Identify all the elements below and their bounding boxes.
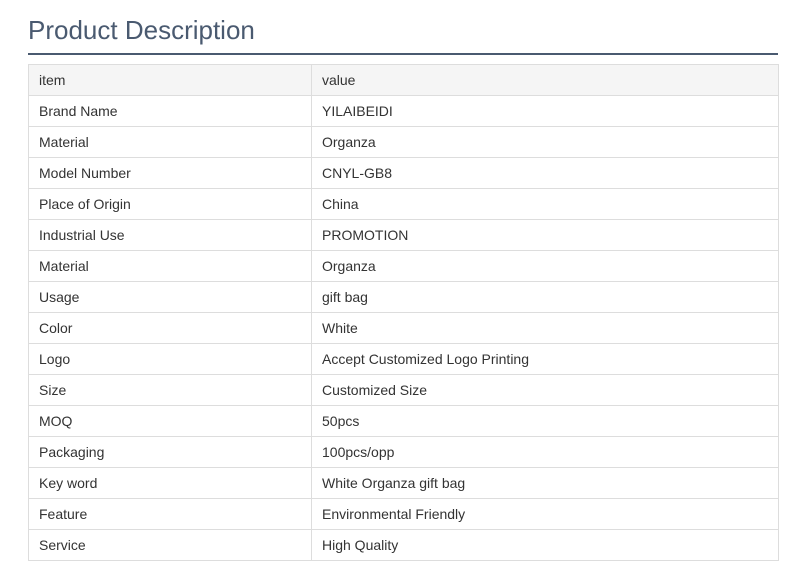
table-row: Service High Quality: [28, 529, 779, 561]
row-item: Service: [28, 529, 312, 561]
row-item: Material: [28, 126, 312, 158]
row-value: YILAIBEIDI: [311, 95, 779, 127]
table-row: MOQ 50pcs: [28, 405, 779, 437]
row-item: Key word: [28, 467, 312, 499]
row-item: Color: [28, 312, 312, 344]
row-item: MOQ: [28, 405, 312, 437]
row-value: PROMOTION: [311, 219, 779, 251]
row-item: Material: [28, 250, 312, 282]
row-item: Place of Origin: [28, 188, 312, 220]
table-row: Color White: [28, 312, 779, 344]
row-item: Logo: [28, 343, 312, 375]
table-row: Logo Accept Customized Logo Printing: [28, 343, 779, 375]
row-value: 50pcs: [311, 405, 779, 437]
row-value: White: [311, 312, 779, 344]
row-value: Organza: [311, 250, 779, 282]
row-item: Feature: [28, 498, 312, 530]
table-row: Packaging 100pcs/opp: [28, 436, 779, 468]
table-row: Industrial Use PROMOTION: [28, 219, 779, 251]
table-row: Feature Environmental Friendly: [28, 498, 779, 530]
row-item: Size: [28, 374, 312, 406]
row-value: CNYL-GB8: [311, 157, 779, 189]
section-title: Product Description: [28, 0, 778, 55]
row-value: Organza: [311, 126, 779, 158]
table-header-row: item value: [28, 64, 779, 96]
row-value: Accept Customized Logo Printing: [311, 343, 779, 375]
table-row: Usage gift bag: [28, 281, 779, 313]
row-item: Packaging: [28, 436, 312, 468]
row-value: High Quality: [311, 529, 779, 561]
row-item: Usage: [28, 281, 312, 313]
table-row: Material Organza: [28, 126, 779, 158]
row-value: 100pcs/opp: [311, 436, 779, 468]
product-spec-table: item value Brand Name YILAIBEIDI Materia…: [28, 64, 779, 561]
row-value: White Organza gift bag: [311, 467, 779, 499]
row-value: Customized Size: [311, 374, 779, 406]
header-value: value: [311, 64, 779, 96]
row-value: China: [311, 188, 779, 220]
row-item: Model Number: [28, 157, 312, 189]
table-row: Material Organza: [28, 250, 779, 282]
header-item: item: [28, 64, 312, 96]
row-value: gift bag: [311, 281, 779, 313]
product-description-section: Product Description item value Brand Nam…: [28, 0, 779, 561]
table-row: Size Customized Size: [28, 374, 779, 406]
row-item: Industrial Use: [28, 219, 312, 251]
table-row: Place of Origin China: [28, 188, 779, 220]
row-item: Brand Name: [28, 95, 312, 127]
table-row: Key word White Organza gift bag: [28, 467, 779, 499]
table-row: Model Number CNYL-GB8: [28, 157, 779, 189]
row-value: Environmental Friendly: [311, 498, 779, 530]
table-row: Brand Name YILAIBEIDI: [28, 95, 779, 127]
